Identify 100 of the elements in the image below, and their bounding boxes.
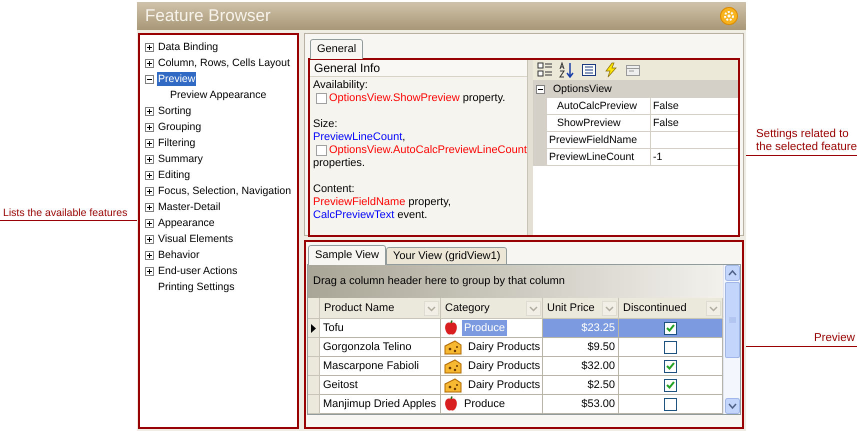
cheese-icon [444,340,462,354]
tree-item[interactable]: Focus, Selection, Navigation [157,184,292,198]
checkbox[interactable] [664,322,677,334]
property-link[interactable]: PreviewFieldName [313,196,406,209]
expand-icon[interactable] [145,202,154,212]
table-cell: $23.25 [543,319,619,338]
checkbox[interactable] [664,360,677,372]
checkbox[interactable] [664,340,677,354]
tree-item[interactable]: Visual Elements [157,232,234,246]
annotation-label: Preview [813,332,856,345]
tree-item[interactable]: Summary [157,152,204,166]
description-text: property, [407,196,451,209]
description-text: event. [396,209,428,222]
list-icon[interactable] [581,62,597,78]
check-icon [666,324,675,332]
section-heading: Size: [313,118,338,131]
table-cell: $53.00 [543,395,619,414]
table-cell-text: Dairy Products [467,340,542,355]
expand-icon[interactable] [145,122,154,132]
table-cell: $9.50 [543,338,619,357]
description-text: property. [462,92,506,105]
cheese-icon [444,378,462,392]
window-title: Feature Browser [145,5,271,28]
column-header[interactable]: Product Name [320,298,441,318]
property-link[interactable]: OptionsView.ShowPreview [329,92,460,105]
tree-item[interactable]: Preview Appearance [169,88,268,102]
property-category[interactable]: OptionsView [547,81,738,97]
expand-icon[interactable] [145,138,154,148]
expand-icon[interactable] [145,58,154,68]
table-cell: Geitost [320,376,441,395]
tab[interactable]: Your View (gridView1) [386,247,508,264]
row-indicator-icon [311,324,316,332]
checkbox[interactable] [664,378,677,392]
tab[interactable]: Sample View [308,245,386,265]
tree-item[interactable]: Behavior [157,248,200,262]
column-header[interactable]: Unit Price [543,298,619,318]
description-text: , [402,131,406,144]
tree-item[interactable]: Appearance [157,216,216,230]
table-cell: Produce [462,320,507,336]
annotation-label: Lists the available features [2,206,128,220]
tree-item[interactable]: Data Binding [157,40,220,54]
categorized-icon[interactable] [537,62,553,78]
property-link[interactable]: PreviewLineCount [313,131,402,144]
expand-icon[interactable] [145,250,154,260]
column-header[interactable]: Discontinued [619,298,723,318]
tree-item[interactable]: Master-Detail [157,200,222,214]
checkbox[interactable] [316,93,327,104]
grip-icon [728,316,736,324]
scrollbar[interactable] [723,265,740,414]
table-cell: Tofu [320,319,441,338]
table-cell: $32.00 [543,357,619,376]
scroll-down-icon[interactable] [724,398,740,414]
table-cell-text: Dairy Products [467,358,542,374]
collapse-icon[interactable] [536,84,544,94]
expand-icon[interactable] [145,106,154,116]
panel-header: General Info [310,60,527,77]
tree-item[interactable]: Column, Rows, Cells Layout [157,56,291,70]
tree-item[interactable]: Filtering [157,136,196,150]
tree-item[interactable]: Printing Settings [157,280,236,294]
table-cell: Mascarpone Fabioli [320,357,441,376]
checkbox[interactable] [316,145,327,156]
tree-item[interactable]: Preview [157,72,196,86]
table-cell-text: Dairy Products [467,378,542,393]
expand-icon[interactable] [145,234,154,244]
section-heading: Content: [313,183,356,196]
scroll-up-icon[interactable] [724,265,740,281]
expand-icon[interactable] [145,154,154,164]
apple-icon [444,396,458,412]
checkbox[interactable] [664,398,677,410]
group-panel: Drag a column header here to group by that column [308,265,723,298]
table-cell: $2.50 [543,376,619,395]
description-text: properties. [313,157,365,170]
sort-alphabetical-icon[interactable] [559,62,575,78]
table-cell: Manjimup Dried Apples [320,395,441,414]
expand-icon[interactable] [145,42,154,52]
property-name[interactable]: PreviewFieldName [547,132,651,148]
expand-icon[interactable] [145,218,154,228]
property-link[interactable]: CalcPreviewText [313,209,394,222]
property-name[interactable]: PreviewLineCount [547,149,651,165]
lightning-icon[interactable] [603,62,619,78]
expand-icon[interactable] [145,186,154,196]
column-header[interactable]: Category [441,298,543,318]
property-link[interactable]: OptionsView.AutoCalcPreviewLineCount [329,144,527,157]
cheese-icon [444,358,462,374]
annotation-label: Settings related to the selected feature [755,128,857,154]
collapse-icon[interactable] [145,74,154,84]
tree-item[interactable]: End-user Actions [157,264,238,278]
check-icon [666,362,675,370]
tab[interactable]: General [310,39,364,59]
row-indicator[interactable] [308,319,320,338]
tree-item[interactable]: Editing [157,168,192,182]
gear-icon[interactable] [720,7,738,25]
tree-item[interactable]: Grouping [157,120,202,134]
scroll-thumb[interactable] [724,282,740,358]
table-cell-text: Produce [463,396,506,412]
expand-icon[interactable] [145,266,154,276]
table-cell: Gorgonzola Telino [320,338,441,357]
tree-item[interactable]: Sorting [157,104,192,118]
expand-icon[interactable] [145,170,154,180]
section-heading: Availability: [313,79,369,92]
